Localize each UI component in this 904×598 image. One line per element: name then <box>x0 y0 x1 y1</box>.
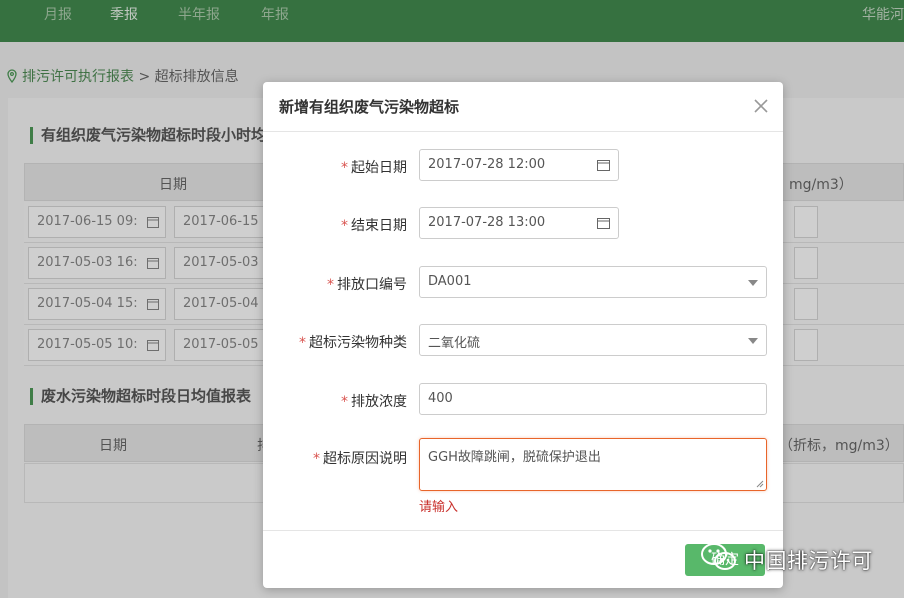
pollutant-value: 二氧化硫 <box>428 336 481 351</box>
form-row-concentration: * 排放浓度 400 <box>263 383 783 415</box>
required-mark: * <box>341 218 348 234</box>
reason-label: * 超标原因说明 <box>313 448 407 468</box>
required-mark: * <box>327 277 334 293</box>
reason-error-message: 请输入 <box>419 500 459 515</box>
concentration-input[interactable]: 400 <box>419 383 767 415</box>
outlet-no-label: * 排放口编号 <box>327 274 407 294</box>
pollutant-label-text: 超标污染物种类 <box>309 335 407 351</box>
add-exceedance-dialog: 新增有组织废气污染物超标 * 起始日期 2017-07-28 12:00 * 结束日… <box>263 82 783 588</box>
resize-grip-icon[interactable] <box>756 480 764 488</box>
pollutant-select[interactable]: 二氧化硫 <box>419 324 767 356</box>
end-date-label-text: 结束日期 <box>351 218 407 234</box>
watermark-text: 中国排污许可 <box>744 549 873 573</box>
required-mark: * <box>313 451 320 467</box>
form-row-end-date: * 结束日期 2017-07-28 13:00 <box>263 207 783 239</box>
chevron-down-icon <box>748 338 758 344</box>
required-mark: * <box>299 335 306 351</box>
form-row-pollutant: * 超标污染物种类 二氧化硫 <box>263 324 783 356</box>
chevron-down-icon <box>748 280 758 286</box>
end-date-input[interactable]: 2017-07-28 13:00 <box>419 207 619 239</box>
form-row-start-date: * 起始日期 2017-07-28 12:00 <box>263 149 783 181</box>
calendar-icon[interactable] <box>597 159 610 171</box>
start-date-label: * 起始日期 <box>341 157 407 177</box>
calendar-icon[interactable] <box>597 217 610 229</box>
start-date-input[interactable]: 2017-07-28 12:00 <box>419 149 619 181</box>
concentration-label-text: 排放浓度 <box>351 394 407 410</box>
dialog-header: 新增有组织废气污染物超标 <box>263 82 783 132</box>
pollutant-label: * 超标污染物种类 <box>299 332 407 352</box>
reason-textarea[interactable]: GGH故障跳闸，脱硫保护退出 <box>419 438 767 491</box>
start-date-value: 2017-07-28 12:00 <box>428 157 546 172</box>
form-row-outlet-no: * 排放口编号 DA001 <box>263 266 783 298</box>
wechat-icon <box>701 543 736 570</box>
required-mark: * <box>341 160 348 176</box>
concentration-label: * 排放浓度 <box>341 391 407 411</box>
reason-label-text: 超标原因说明 <box>323 451 407 467</box>
dialog-footer-divider <box>263 530 783 531</box>
outlet-no-value: DA001 <box>428 274 472 289</box>
outlet-no-select[interactable]: DA001 <box>419 266 767 298</box>
concentration-value: 400 <box>428 391 453 406</box>
dialog-title: 新增有组织废气污染物超标 <box>279 98 460 116</box>
close-icon[interactable] <box>753 98 769 114</box>
reason-value: GGH故障跳闸，脱硫保护退出 <box>428 450 601 465</box>
start-date-label-text: 起始日期 <box>351 160 407 176</box>
end-date-label: * 结束日期 <box>341 215 407 235</box>
end-date-value: 2017-07-28 13:00 <box>428 215 546 230</box>
outlet-no-label-text: 排放口编号 <box>337 277 407 293</box>
required-mark: * <box>341 394 348 410</box>
